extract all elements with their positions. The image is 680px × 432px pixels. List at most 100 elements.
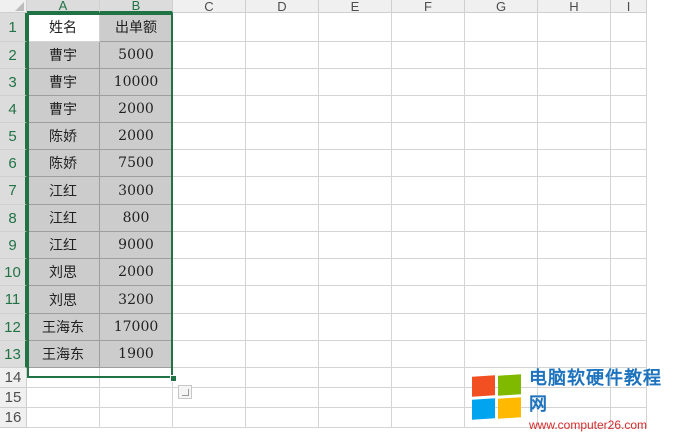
- cell-e16[interactable]: [319, 408, 392, 428]
- cell-b3[interactable]: 10000: [100, 69, 173, 96]
- row-header-15[interactable]: 15: [0, 388, 27, 408]
- cell-g6[interactable]: [465, 150, 538, 177]
- cell-e7[interactable]: [319, 177, 392, 205]
- cell-d4[interactable]: [246, 96, 319, 123]
- row-header-2[interactable]: 2: [0, 42, 27, 69]
- cell-g8[interactable]: [465, 205, 538, 232]
- cell-a4[interactable]: 曹宇: [27, 96, 100, 123]
- cell-f16[interactable]: [392, 408, 465, 428]
- row-header-10[interactable]: 10: [0, 259, 27, 286]
- cell-i7[interactable]: [611, 177, 647, 205]
- cell-d11[interactable]: [246, 286, 319, 314]
- cell-a1[interactable]: 姓名: [27, 13, 100, 42]
- cell-a6[interactable]: 陈娇: [27, 150, 100, 177]
- row-header-9[interactable]: 9: [0, 232, 27, 259]
- cell-b5[interactable]: 2000: [100, 123, 173, 150]
- cell-f12[interactable]: [392, 314, 465, 341]
- cell-b8[interactable]: 800: [100, 205, 173, 232]
- cell-b9[interactable]: 9000: [100, 232, 173, 259]
- cell-d6[interactable]: [246, 150, 319, 177]
- cell-h1[interactable]: [538, 13, 611, 42]
- cell-g4[interactable]: [465, 96, 538, 123]
- cell-d1[interactable]: [246, 13, 319, 42]
- cell-d3[interactable]: [246, 69, 319, 96]
- cell-b1[interactable]: 出单额: [100, 13, 173, 42]
- cell-e14[interactable]: [319, 368, 392, 388]
- row-header-11[interactable]: 11: [0, 286, 27, 314]
- cell-b2[interactable]: 5000: [100, 42, 173, 69]
- cell-b15[interactable]: [100, 388, 173, 408]
- cell-i1[interactable]: [611, 13, 647, 42]
- cell-c10[interactable]: [173, 259, 246, 286]
- cell-a12[interactable]: 王海东: [27, 314, 100, 341]
- cell-i3[interactable]: [611, 69, 647, 96]
- fill-handle[interactable]: [170, 375, 177, 382]
- cell-d12[interactable]: [246, 314, 319, 341]
- cell-d9[interactable]: [246, 232, 319, 259]
- cell-c9[interactable]: [173, 232, 246, 259]
- cell-a3[interactable]: 曹宇: [27, 69, 100, 96]
- cell-c4[interactable]: [173, 96, 246, 123]
- row-header-3[interactable]: 3: [0, 69, 27, 96]
- cell-b16[interactable]: [100, 408, 173, 428]
- column-header-a[interactable]: A: [27, 0, 100, 13]
- cell-c11[interactable]: [173, 286, 246, 314]
- cell-h6[interactable]: [538, 150, 611, 177]
- cell-e2[interactable]: [319, 42, 392, 69]
- row-header-13[interactable]: 13: [0, 341, 27, 368]
- cell-c6[interactable]: [173, 150, 246, 177]
- column-header-d[interactable]: D: [246, 0, 319, 14]
- cell-a10[interactable]: 刘思: [27, 259, 100, 286]
- cell-h4[interactable]: [538, 96, 611, 123]
- cell-g10[interactable]: [465, 259, 538, 286]
- cell-f6[interactable]: [392, 150, 465, 177]
- cell-e9[interactable]: [319, 232, 392, 259]
- cell-g1[interactable]: [465, 13, 538, 42]
- cell-g9[interactable]: [465, 232, 538, 259]
- cell-h3[interactable]: [538, 69, 611, 96]
- cell-h9[interactable]: [538, 232, 611, 259]
- column-header-h[interactable]: H: [538, 0, 611, 14]
- cell-f14[interactable]: [392, 368, 465, 388]
- cell-g13[interactable]: [465, 341, 538, 368]
- cell-g3[interactable]: [465, 69, 538, 96]
- row-header-14[interactable]: 14: [0, 368, 27, 388]
- cell-i10[interactable]: [611, 259, 647, 286]
- cell-i5[interactable]: [611, 123, 647, 150]
- cell-e10[interactable]: [319, 259, 392, 286]
- cell-g12[interactable]: [465, 314, 538, 341]
- cell-f4[interactable]: [392, 96, 465, 123]
- cell-d5[interactable]: [246, 123, 319, 150]
- cell-h12[interactable]: [538, 314, 611, 341]
- cell-f1[interactable]: [392, 13, 465, 42]
- cell-a8[interactable]: 江红: [27, 205, 100, 232]
- cell-g11[interactable]: [465, 286, 538, 314]
- cell-b11[interactable]: 3200: [100, 286, 173, 314]
- row-header-16[interactable]: 16: [0, 408, 27, 428]
- cell-e11[interactable]: [319, 286, 392, 314]
- cell-c3[interactable]: [173, 69, 246, 96]
- cell-a15[interactable]: [27, 388, 100, 408]
- cell-d2[interactable]: [246, 42, 319, 69]
- cell-c13[interactable]: [173, 341, 246, 368]
- row-header-5[interactable]: 5: [0, 123, 27, 150]
- cell-d16[interactable]: [246, 408, 319, 428]
- cell-c5[interactable]: [173, 123, 246, 150]
- cell-e6[interactable]: [319, 150, 392, 177]
- cell-f10[interactable]: [392, 259, 465, 286]
- row-header-6[interactable]: 6: [0, 150, 27, 177]
- row-header-1[interactable]: 1: [0, 13, 27, 42]
- cell-e13[interactable]: [319, 341, 392, 368]
- cell-b14[interactable]: [100, 368, 173, 388]
- cell-b13[interactable]: 1900: [100, 341, 173, 368]
- cell-d13[interactable]: [246, 341, 319, 368]
- cell-b6[interactable]: 7500: [100, 150, 173, 177]
- row-header-4[interactable]: 4: [0, 96, 27, 123]
- cell-h8[interactable]: [538, 205, 611, 232]
- cell-i6[interactable]: [611, 150, 647, 177]
- cell-f13[interactable]: [392, 341, 465, 368]
- cell-i11[interactable]: [611, 286, 647, 314]
- cell-e3[interactable]: [319, 69, 392, 96]
- cell-e12[interactable]: [319, 314, 392, 341]
- cell-c8[interactable]: [173, 205, 246, 232]
